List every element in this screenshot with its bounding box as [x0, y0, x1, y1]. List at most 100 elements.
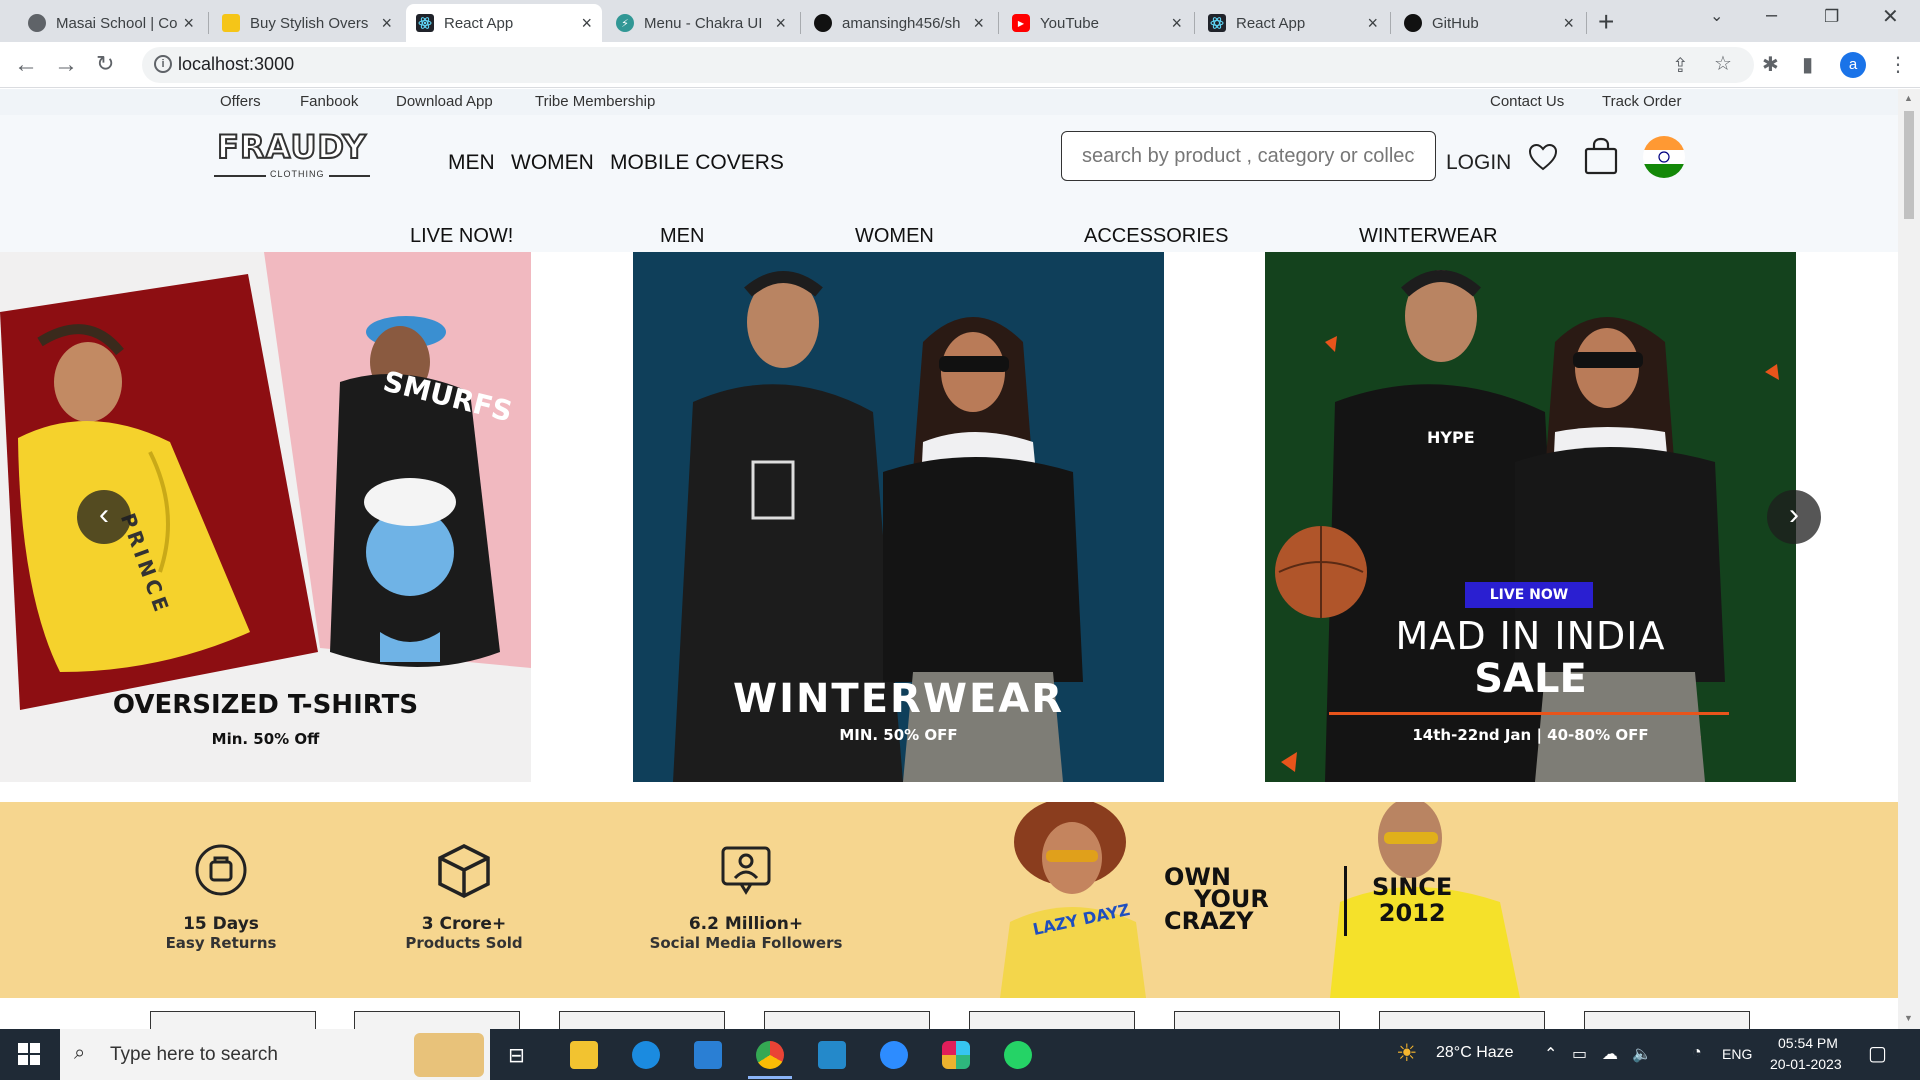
- cat-winterwear[interactable]: WINTERWEAR: [1359, 225, 1498, 248]
- info-icon[interactable]: i: [154, 55, 172, 73]
- file-explorer-icon[interactable]: [570, 1041, 598, 1069]
- tab-search-icon[interactable]: ⌄: [1710, 6, 1723, 26]
- extensions-icon[interactable]: ✱: [1762, 52, 1779, 77]
- nav-women[interactable]: WOMEN: [511, 151, 594, 175]
- close-icon[interactable]: ×: [1563, 13, 1574, 34]
- search-input[interactable]: [1062, 132, 1435, 180]
- address-bar: ← → ↻ i localhost:3000 ⇪ ☆: [0, 42, 1920, 88]
- browser-tab[interactable]: GitHub ×: [1394, 4, 1584, 42]
- windows-start-icon[interactable]: [18, 1043, 40, 1070]
- contact-us-link[interactable]: Contact Us: [1490, 93, 1564, 110]
- since-line: SINCE: [1372, 873, 1453, 901]
- track-order-link[interactable]: Track Order: [1602, 93, 1681, 110]
- side-panel-icon[interactable]: ▮: [1802, 52, 1813, 77]
- carousel-prev-button[interactable]: ‹: [77, 490, 131, 544]
- browser-tab[interactable]: amansingh456/sh ×: [804, 4, 994, 42]
- close-icon[interactable]: ×: [1171, 13, 1182, 34]
- scroll-up-icon[interactable]: ▲: [1904, 93, 1913, 103]
- login-button[interactable]: LOGIN: [1446, 151, 1511, 175]
- vscode-icon[interactable]: [818, 1041, 846, 1069]
- browser-tab[interactable]: Masai School | Co ×: [18, 4, 204, 42]
- back-icon[interactable]: ←: [14, 51, 38, 79]
- product-card[interactable]: [1379, 1011, 1545, 1029]
- bookmark-star-icon[interactable]: ☆: [1714, 51, 1732, 76]
- chakra-icon: ⚡: [616, 14, 634, 32]
- cart-bag-icon[interactable]: [1584, 137, 1618, 180]
- usp-value: 6.2 Million+: [688, 914, 804, 934]
- product-card[interactable]: [1174, 1011, 1340, 1029]
- browser-tab[interactable]: React App ×: [1198, 4, 1388, 42]
- product-card[interactable]: [354, 1011, 520, 1029]
- heart-icon[interactable]: [1528, 143, 1558, 176]
- page-scrollbar[interactable]: ▲ ▼: [1898, 89, 1920, 1029]
- close-window-icon[interactable]: ✕: [1882, 4, 1899, 29]
- download-app-link[interactable]: Download App: [396, 93, 493, 110]
- forward-icon[interactable]: →: [54, 51, 78, 79]
- product-card[interactable]: [1584, 1011, 1750, 1029]
- battery-icon[interactable]: ▭: [1572, 1044, 1587, 1064]
- task-view-icon[interactable]: ⊟: [508, 1043, 525, 1068]
- show-hidden-icons[interactable]: ⌃: [1544, 1044, 1557, 1064]
- cat-women[interactable]: WOMEN: [855, 225, 934, 248]
- github-icon: [1404, 14, 1422, 32]
- tab-title: Masai School | Co: [56, 14, 178, 32]
- clock-time[interactable]: 05:54 PM: [1778, 1035, 1838, 1051]
- url-text[interactable]: localhost:3000: [178, 54, 294, 75]
- nav-mobile-covers[interactable]: MOBILE COVERS: [610, 151, 784, 175]
- close-icon[interactable]: ×: [775, 13, 786, 34]
- product-card[interactable]: [969, 1011, 1135, 1029]
- search-box[interactable]: [1061, 131, 1436, 181]
- site-logo[interactable]: FRAUDY CLOTHING: [214, 128, 370, 179]
- language-indicator[interactable]: ENG: [1722, 1046, 1752, 1062]
- slide-mad-in-india-sale[interactable]: HYPE LIVE NOW MAD IN INDIA SALE 14th-22n…: [1265, 252, 1796, 782]
- new-tab-icon[interactable]: +: [1598, 6, 1614, 38]
- wifi-icon[interactable]: ◔: [1692, 1044, 1702, 1062]
- restore-icon[interactable]: ❐: [1824, 7, 1839, 27]
- close-icon[interactable]: ×: [581, 13, 592, 34]
- india-flag-icon[interactable]: [1642, 135, 1686, 184]
- browser-tab[interactable]: ▶ YouTube ×: [1002, 4, 1192, 42]
- edge-icon[interactable]: [632, 1041, 660, 1069]
- fanbook-link[interactable]: Fanbook: [300, 93, 358, 110]
- cat-accessories[interactable]: ACCESSORIES: [1084, 225, 1228, 248]
- product-card[interactable]: [559, 1011, 725, 1029]
- notification-icon[interactable]: ▢: [1868, 1041, 1887, 1066]
- minimize-icon[interactable]: –: [1766, 4, 1777, 27]
- close-icon[interactable]: ×: [183, 13, 194, 34]
- close-icon[interactable]: ×: [1367, 13, 1378, 34]
- menu-kebab-icon[interactable]: ⋮: [1888, 52, 1908, 77]
- reload-icon[interactable]: ↻: [96, 51, 114, 77]
- scroll-down-icon[interactable]: ▼: [1904, 1013, 1913, 1023]
- omnibox[interactable]: i localhost:3000 ⇪ ☆: [142, 47, 1754, 83]
- slack-icon[interactable]: [942, 1041, 970, 1069]
- usp-label: Products Sold: [405, 934, 523, 952]
- cat-live-now[interactable]: LIVE NOW!: [410, 225, 513, 248]
- weather-icon[interactable]: ☀: [1396, 1039, 1418, 1068]
- offers-link[interactable]: Offers: [220, 93, 261, 110]
- nav-men[interactable]: MEN: [448, 151, 495, 175]
- zoom-icon[interactable]: [880, 1041, 908, 1069]
- close-icon[interactable]: ×: [381, 13, 392, 34]
- mail-icon[interactable]: [694, 1041, 722, 1069]
- usp-label: Social Media Followers: [649, 934, 843, 952]
- profile-avatar[interactable]: a: [1840, 52, 1866, 78]
- carousel-next-button[interactable]: ›: [1767, 490, 1821, 544]
- scrollbar-thumb[interactable]: [1904, 111, 1914, 219]
- tribe-membership-link[interactable]: Tribe Membership: [535, 93, 655, 110]
- browser-tab[interactable]: Buy Stylish Overs ×: [212, 4, 402, 42]
- volume-icon[interactable]: 🔈: [1632, 1044, 1652, 1064]
- whatsapp-icon[interactable]: [1004, 1041, 1032, 1069]
- cat-men[interactable]: MEN: [660, 225, 704, 248]
- browser-tab-active[interactable]: React App ×: [406, 4, 602, 42]
- share-icon[interactable]: ⇪: [1672, 53, 1689, 78]
- slide-winterwear[interactable]: WINTERWEAR MIN. 50% OFF: [633, 252, 1164, 782]
- taskbar-search-box[interactable]: ⌕ Type here to search: [60, 1029, 490, 1080]
- browser-tab[interactable]: ⚡ Menu - Chakra UI ×: [606, 4, 796, 42]
- close-icon[interactable]: ×: [973, 13, 984, 34]
- product-card[interactable]: [150, 1011, 316, 1029]
- chrome-icon[interactable]: [756, 1041, 784, 1069]
- weather-text[interactable]: 28°C Haze: [1436, 1044, 1514, 1062]
- product-card[interactable]: [764, 1011, 930, 1029]
- network-icon[interactable]: ☁: [1602, 1044, 1618, 1064]
- clock-date[interactable]: 20-01-2023: [1770, 1056, 1842, 1072]
